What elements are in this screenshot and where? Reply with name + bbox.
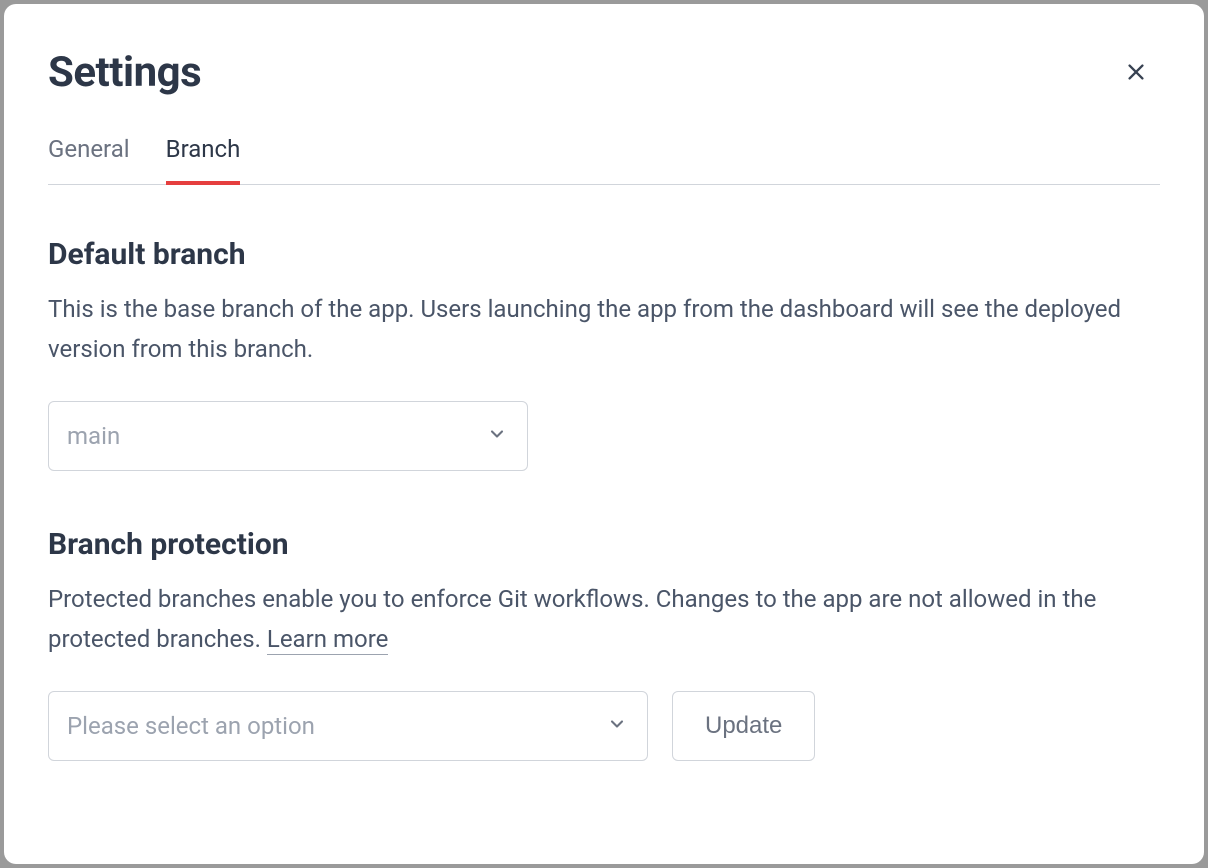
default-branch-select[interactable]: main: [48, 401, 528, 471]
close-icon: [1125, 61, 1147, 83]
tab-general[interactable]: General: [48, 135, 130, 185]
branch-protection-select[interactable]: Please select an option: [48, 691, 648, 761]
page-title: Settings: [48, 48, 1160, 97]
tab-branch[interactable]: Branch: [166, 135, 241, 185]
branch-protection-description: Protected branches enable you to enforce…: [48, 580, 1160, 659]
chevron-down-icon: [487, 422, 507, 450]
learn-more-link[interactable]: Learn more: [267, 625, 388, 655]
branch-protection-select-placeholder: Please select an option: [67, 712, 315, 740]
update-button[interactable]: Update: [672, 691, 815, 761]
default-branch-section: Default branch This is the base branch o…: [48, 237, 1160, 471]
default-branch-description: This is the base branch of the app. User…: [48, 290, 1160, 369]
default-branch-heading: Default branch: [48, 237, 1160, 272]
close-button[interactable]: [1124, 60, 1148, 84]
settings-modal: Settings General Branch Default branch T…: [4, 4, 1204, 864]
tabs: General Branch: [48, 135, 1160, 185]
branch-protection-section: Branch protection Protected branches ena…: [48, 527, 1160, 761]
update-button-label: Update: [705, 712, 782, 740]
chevron-down-icon: [607, 712, 627, 740]
branch-protection-heading: Branch protection: [48, 527, 1160, 562]
default-branch-select-value: main: [67, 422, 120, 450]
branch-protection-description-text: Protected branches enable you to enforce…: [48, 585, 1096, 653]
